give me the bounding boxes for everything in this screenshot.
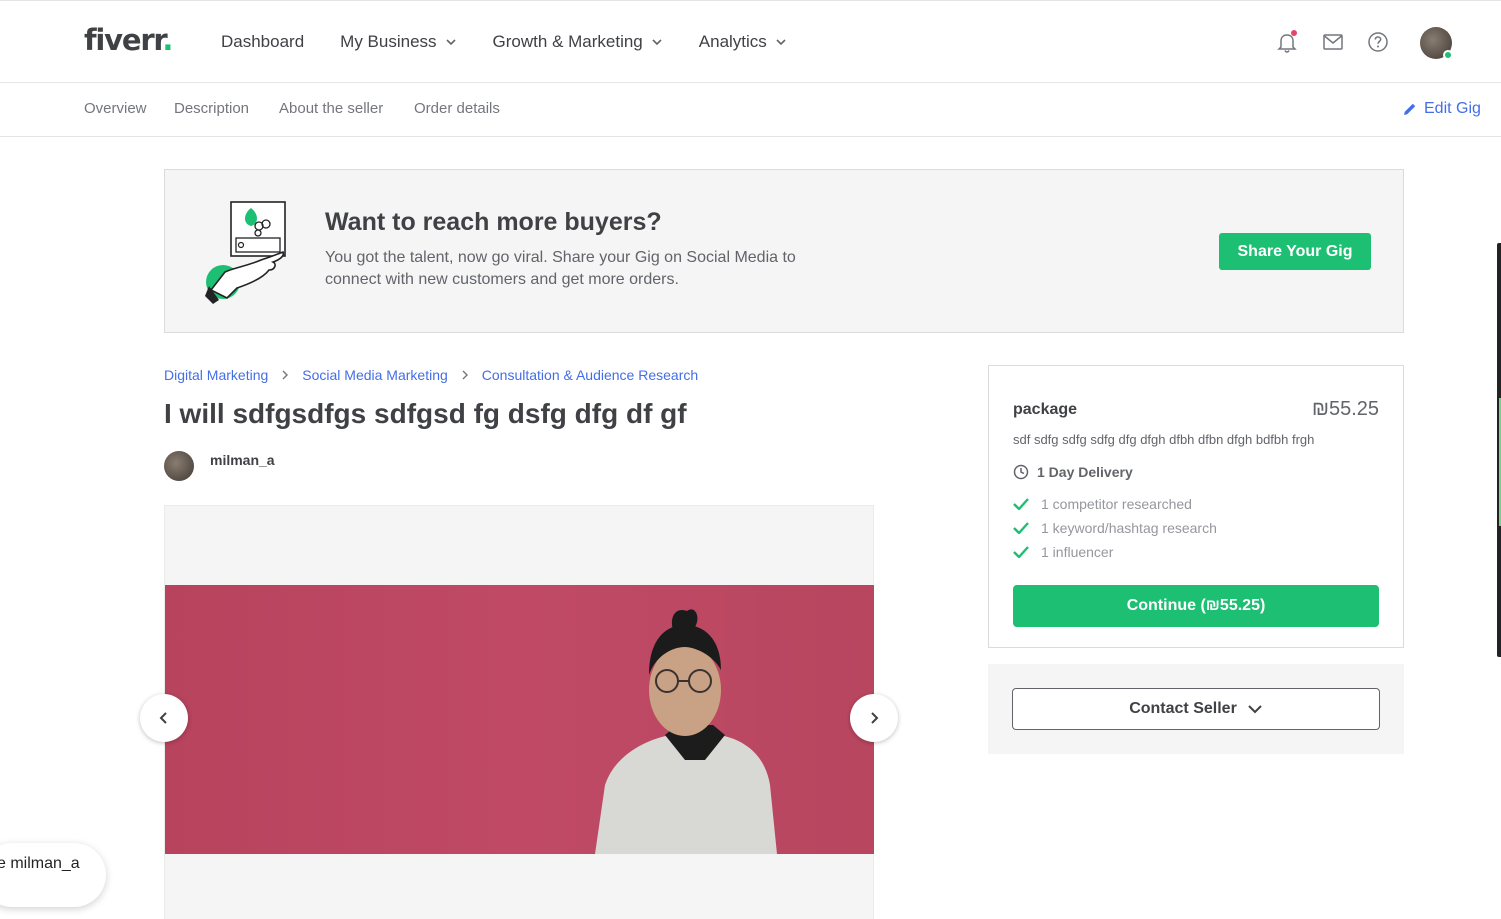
breadcrumb-social-media-marketing[interactable]: Social Media Marketing bbox=[302, 367, 448, 383]
pencil-icon bbox=[1404, 103, 1416, 115]
breadcrumb-digital-marketing[interactable]: Digital Marketing bbox=[164, 367, 268, 383]
feature-item: 1 competitor researched bbox=[1013, 496, 1192, 512]
portrait-photo bbox=[595, 609, 777, 854]
chevron-right-icon bbox=[282, 370, 289, 380]
package-price: ₪55.25 bbox=[1311, 398, 1379, 420]
continue-button[interactable]: Continue (₪55.25) bbox=[1013, 585, 1379, 627]
clock-icon bbox=[1013, 464, 1029, 480]
delivery-label: 1 Day Delivery bbox=[1037, 464, 1133, 480]
chat-label: e milman_a bbox=[0, 855, 80, 872]
package-description: sdf sdfg sdfg sdfg dfg dfgh dfbh dfbn df… bbox=[1013, 432, 1315, 447]
chevron-down-icon bbox=[776, 39, 786, 46]
help-icon[interactable] bbox=[1367, 31, 1389, 53]
edit-gig-link[interactable]: Edit Gig bbox=[1402, 100, 1481, 118]
nav-analytics[interactable]: Analytics bbox=[699, 32, 787, 52]
contact-seller-label: Contact Seller bbox=[1129, 700, 1237, 717]
gig-title: I will sdfgsdfgs sdfgsd fg dsfg dfg df g… bbox=[164, 398, 687, 429]
tab-description[interactable]: Description bbox=[174, 100, 249, 117]
package-name: package bbox=[1013, 401, 1078, 418]
main-nav: Dashboard My Business Growth & Marketing… bbox=[221, 32, 823, 52]
fiverr-logo[interactable]: fiverr. bbox=[84, 23, 173, 57]
nav-growth-marketing[interactable]: Growth & Marketing bbox=[493, 32, 663, 52]
chevron-right-icon bbox=[462, 370, 468, 380]
mail-icon[interactable] bbox=[1322, 31, 1344, 53]
feature-label: 1 competitor researched bbox=[1041, 496, 1192, 512]
gig-gallery-image bbox=[165, 585, 874, 854]
check-icon bbox=[1013, 498, 1029, 510]
nav-analytics-label: Analytics bbox=[698, 32, 767, 51]
seller-avatar[interactable] bbox=[164, 451, 194, 481]
breadcrumb: Digital Marketing Social Media Marketing… bbox=[164, 367, 698, 383]
seller-name[interactable]: milman_a bbox=[210, 452, 275, 468]
chevron-left-icon bbox=[159, 712, 167, 724]
nav-dashboard[interactable]: Dashboard bbox=[221, 32, 304, 52]
gig-subnav: Overview Description About the seller Or… bbox=[0, 83, 1501, 137]
share-hand-illustration-icon bbox=[205, 201, 286, 304]
nav-my-business[interactable]: My Business bbox=[340, 32, 456, 52]
share-gig-button[interactable]: Share Your Gig bbox=[1219, 233, 1371, 270]
nav-growth-marketing-label: Growth & Marketing bbox=[492, 32, 643, 51]
top-navbar: fiverr. Dashboard My Business Growth & M… bbox=[0, 0, 1501, 83]
tab-order-details[interactable]: Order details bbox=[414, 100, 500, 117]
tab-overview[interactable]: Overview bbox=[84, 100, 147, 117]
check-icon bbox=[1013, 522, 1029, 534]
check-icon bbox=[1013, 546, 1029, 558]
package-card: package ₪55.25 sdf sdfg sdfg sdfg dfg df… bbox=[988, 365, 1404, 648]
notification-dot bbox=[1291, 30, 1297, 36]
tab-about-seller[interactable]: About the seller bbox=[279, 100, 383, 117]
contact-seller-box: Contact Seller bbox=[988, 664, 1404, 754]
banner-text: You got the talent, now go viral. Share … bbox=[325, 249, 796, 288]
gallery-next-button[interactable] bbox=[850, 694, 898, 742]
gallery-prev-button[interactable] bbox=[140, 694, 188, 742]
feature-item: 1 keyword/hashtag research bbox=[1013, 520, 1217, 536]
chevron-down-icon bbox=[1248, 705, 1262, 714]
share-promo-banner: Want to reach more buyers? You got the t… bbox=[164, 169, 1404, 333]
nav-my-business-label: My Business bbox=[340, 32, 437, 51]
chevron-right-icon bbox=[871, 712, 879, 724]
chevron-down-icon bbox=[652, 39, 662, 46]
contact-seller-button[interactable]: Contact Seller bbox=[1012, 688, 1380, 730]
online-status-dot bbox=[1443, 50, 1453, 60]
banner-title: Want to reach more buyers? bbox=[325, 208, 662, 236]
feature-label: 1 influencer bbox=[1041, 544, 1114, 560]
breadcrumb-consultation[interactable]: Consultation & Audience Research bbox=[482, 367, 698, 383]
chat-with-seller-pill[interactable]: e milman_a bbox=[0, 843, 106, 907]
feature-item: 1 influencer bbox=[1013, 544, 1113, 560]
chevron-down-icon bbox=[445, 39, 456, 46]
edit-gig-label: Edit Gig bbox=[1424, 100, 1481, 117]
feature-label: 1 keyword/hashtag research bbox=[1041, 520, 1217, 536]
nav-dashboard-label: Dashboard bbox=[221, 32, 305, 51]
delivery-time: 1 Day Delivery bbox=[1013, 464, 1133, 480]
